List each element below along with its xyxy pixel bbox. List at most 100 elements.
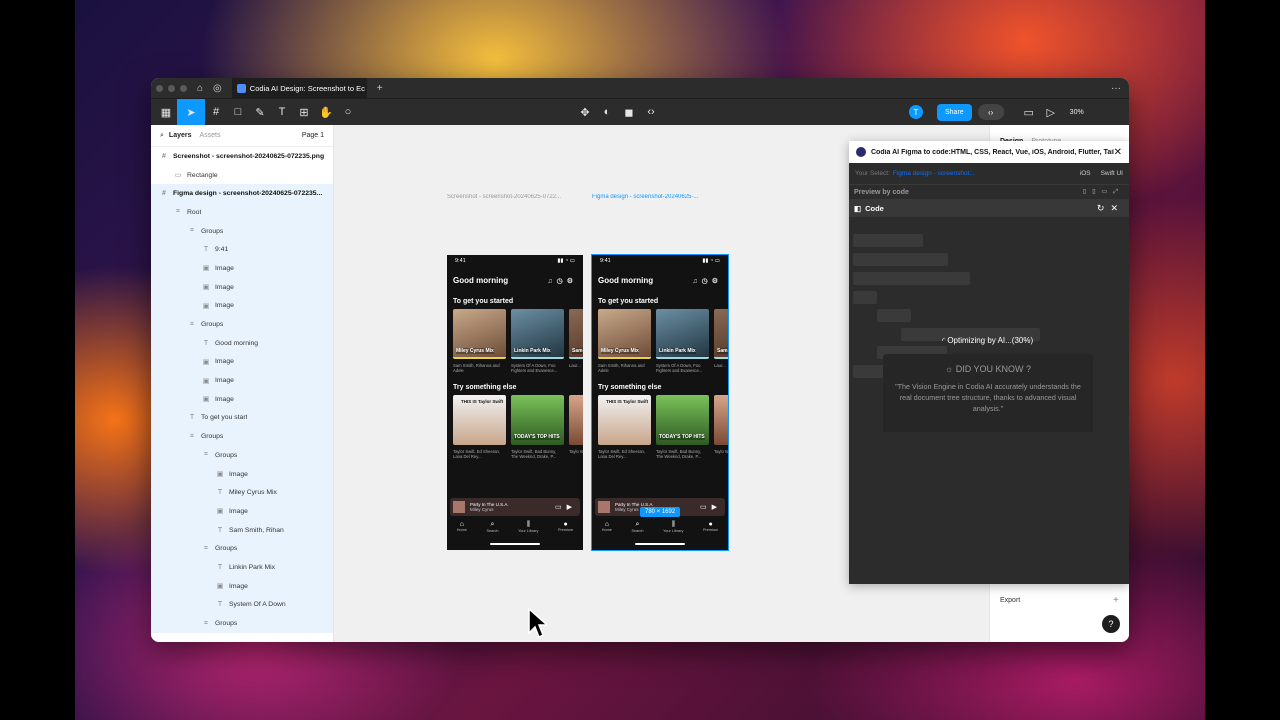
- layer-row[interactable]: ▣ Image: [151, 464, 333, 484]
- playlist-card[interactable]: TODAY'S TOP HITS Taylor Swift, Bad Bunny,…: [656, 394, 709, 460]
- playlist-card[interactable]: Taylo Weekr...: [569, 394, 583, 460]
- layer-row[interactable]: # Screenshot - screenshot-20240625-072235…: [151, 147, 333, 166]
- refresh-close-icons[interactable]: ↻✕: [1097, 203, 1124, 214]
- home-icon[interactable]: ⌂: [197, 83, 203, 94]
- text-tool-icon[interactable]: T: [271, 99, 293, 126]
- new-tab-button[interactable]: +: [377, 83, 383, 94]
- help-button[interactable]: ?: [1102, 615, 1120, 633]
- nav-item[interactable]: ⫼ Your Library: [663, 521, 683, 533]
- layer-row[interactable]: T Sam Smith, Rihan: [151, 520, 333, 540]
- user-avatar[interactable]: T: [909, 105, 923, 119]
- device-play-icons[interactable]: ▭▶: [700, 503, 722, 511]
- layer-row[interactable]: ⌗ Groups: [151, 446, 333, 465]
- layer-row[interactable]: T Linkin Park Mix: [151, 558, 333, 577]
- window-minimize-dot[interactable]: [168, 84, 175, 92]
- nav-item[interactable]: ⌂ Home: [457, 521, 467, 533]
- nav-item[interactable]: ● Premium: [558, 521, 573, 533]
- frame-label-screenshot[interactable]: Screenshot - screenshot-20240625-0722...: [447, 194, 582, 200]
- main-menu-icon[interactable]: ▦: [155, 99, 177, 126]
- layer-row[interactable]: ▣ Image: [151, 296, 333, 316]
- layer-row[interactable]: T System Of A Down: [151, 595, 333, 615]
- shape-tool-icon[interactable]: □: [227, 99, 249, 126]
- window-close-dot[interactable]: [156, 84, 163, 92]
- layer-label: Image: [229, 470, 248, 478]
- close-tab-icon[interactable]: ✕: [365, 83, 367, 94]
- device-toggle-icons[interactable]: ▯▯▭⤢: [1083, 188, 1124, 196]
- playlist-card[interactable]: THIS IS Taylor Swift Taylor Swift, Ed She…: [598, 394, 651, 460]
- resources-icon[interactable]: ⊞: [293, 99, 315, 126]
- playlist-card[interactable]: Miley Cyrus Mix Sam Smith, Rihanna and Ad…: [598, 309, 651, 374]
- share-button[interactable]: Share: [937, 103, 972, 121]
- phone-frame-screenshot[interactable]: 9:41 ▮▮ ◔ ▭ Good morning ♫◷⚙ To get you star…: [447, 255, 583, 550]
- layer-label: Image: [215, 377, 234, 385]
- frame-label-figma-design[interactable]: Figma design - screenshot-20240625-...: [592, 194, 722, 200]
- phone-frame-figma-design[interactable]: 9:41 ▮▮ ◔ ▭ Good morning ♫◷⚙ To get you star…: [591, 254, 729, 551]
- window-maximize-dot[interactable]: [180, 84, 187, 92]
- image-icon: ▣: [202, 265, 210, 273]
- nav-item[interactable]: ⌂ Home: [602, 521, 612, 533]
- move-tool-icon[interactable]: ➤: [177, 98, 205, 126]
- layer-row[interactable]: T Good morning: [151, 333, 333, 353]
- more-icon[interactable]: ···: [1111, 83, 1121, 94]
- search-icon[interactable]: ⌕: [160, 132, 164, 140]
- zoom-level[interactable]: 30%: [1062, 99, 1092, 126]
- comment-tool-icon[interactable]: ○: [337, 99, 359, 126]
- dev-mode-toggle[interactable]: ‹›: [977, 104, 1004, 120]
- layer-row[interactable]: ▣ Image: [151, 371, 333, 390]
- bell-history-settings-icons[interactable]: ♫◷⚙: [547, 277, 577, 285]
- playlist-card[interactable]: Taylo Weekr...: [714, 394, 728, 460]
- globe-icon[interactable]: ◎: [213, 83, 222, 94]
- playlist-title: Sam: [572, 348, 583, 354]
- library-icon[interactable]: ▭: [1018, 99, 1040, 126]
- layer-row[interactable]: ▣ Image: [151, 277, 333, 297]
- layer-row[interactable]: ▣ Image: [151, 259, 333, 278]
- playlist-card[interactable]: Miley Cyrus Mix Sam Smith, Rihanna and Ad…: [453, 309, 506, 374]
- page-selector[interactable]: Page 1: [302, 132, 324, 139]
- close-plugin-icon[interactable]: ✕: [1114, 147, 1122, 158]
- layer-row[interactable]: T Miley Cyrus Mix: [151, 483, 333, 503]
- playlist-card[interactable]: Linkin Park Mix System Of A Down, Foo Fig…: [511, 309, 564, 374]
- playlist-card[interactable]: Sam Laur...: [714, 309, 728, 374]
- playlist-card[interactable]: TODAY'S TOP HITS Taylor Swift, Bad Bunny,…: [511, 394, 564, 460]
- tab-assets[interactable]: Assets: [200, 132, 221, 139]
- nav-3-icon: ●: [563, 521, 568, 528]
- export-section-label[interactable]: Export: [1000, 597, 1020, 604]
- boolean-icon[interactable]: ◼: [618, 99, 640, 126]
- layer-row[interactable]: # Figma design - screenshot-20240625-0722…: [151, 184, 333, 204]
- layer-row[interactable]: T 9:41: [151, 240, 333, 260]
- active-tab[interactable]: Codia AI Design: Screenshot to Ec ✕: [231, 78, 367, 98]
- nav-item[interactable]: ● Premium: [703, 521, 718, 533]
- bell-history-settings-icons[interactable]: ♫◷⚙: [692, 277, 722, 285]
- frame-tool-icon[interactable]: #: [205, 99, 227, 126]
- add-export-icon[interactable]: +: [1113, 595, 1119, 606]
- now-playing-bar[interactable]: Party In The U.S.A. Miley Cyrus ▭▶: [450, 498, 580, 516]
- platform-select[interactable]: iOS: [1080, 170, 1091, 177]
- pen-tool-icon[interactable]: ✎: [249, 99, 271, 126]
- layer-row[interactable]: ▣ Image: [151, 352, 333, 372]
- framework-select[interactable]: Swift UI: [1101, 170, 1123, 177]
- layer-row[interactable]: ⌗ Groups: [151, 539, 333, 559]
- layer-row[interactable]: T To get you start: [151, 408, 333, 428]
- nav-item[interactable]: ⫼ Your Library: [518, 521, 538, 533]
- code-icon[interactable]: ‹›: [640, 99, 662, 126]
- component-icon[interactable]: ✥: [574, 99, 596, 126]
- contrast-icon[interactable]: ◐: [596, 99, 618, 126]
- tab-layers[interactable]: Layers: [169, 132, 192, 139]
- device-play-icons[interactable]: ▭▶: [555, 503, 577, 511]
- nav-item[interactable]: ⌕ Search: [486, 521, 498, 533]
- layer-row[interactable]: ▣ Image: [151, 389, 333, 409]
- layer-row[interactable]: ⌗ Groups: [151, 427, 333, 446]
- playlist-card[interactable]: Linkin Park Mix System Of A Down, Foo Fig…: [656, 309, 709, 374]
- playlist-card[interactable]: THIS IS Taylor Swift Taylor Swift, Ed She…: [453, 394, 506, 460]
- layer-row[interactable]: ⌗ Groups: [151, 221, 333, 241]
- layer-row[interactable]: ⌗ Groups: [151, 614, 333, 633]
- layer-row[interactable]: ▭ Rectangle: [151, 166, 333, 185]
- layer-row[interactable]: ⌗ Groups: [151, 315, 333, 334]
- hand-tool-icon[interactable]: ✋: [315, 99, 337, 126]
- playlist-card[interactable]: Sam Laur...: [569, 309, 583, 374]
- layer-row[interactable]: ▣ Image: [151, 576, 333, 596]
- nav-item[interactable]: ⌕ Search: [631, 521, 643, 533]
- layer-row[interactable]: ⌗ Root: [151, 203, 333, 222]
- layer-row[interactable]: ▣ Image: [151, 502, 333, 521]
- present-icon[interactable]: ▷: [1040, 99, 1062, 126]
